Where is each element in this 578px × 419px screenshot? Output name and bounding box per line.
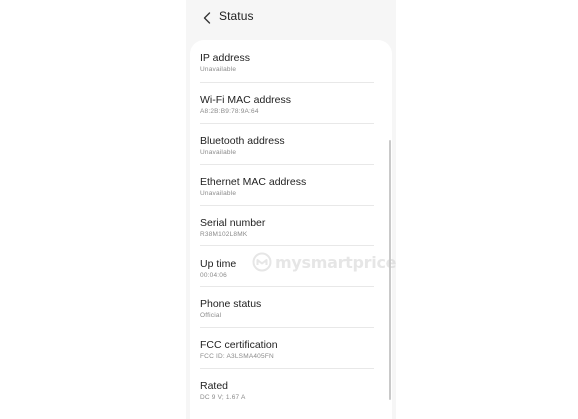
item-value: R38M102L8MK	[200, 231, 248, 238]
back-arrow-icon	[203, 12, 211, 24]
list-item-phone-status[interactable]: Phone status Official	[200, 286, 384, 327]
item-value: A8:2B:B9:78:9A:64	[200, 108, 259, 115]
list-item-wifi-mac[interactable]: Wi-Fi MAC address A8:2B:B9:78:9A:64	[200, 82, 384, 123]
item-title: Up time	[200, 258, 237, 270]
list-item-serial-number[interactable]: Serial number R38M102L8MK	[200, 205, 384, 246]
list-item-ethernet-mac[interactable]: Ethernet MAC address Unavailable	[200, 164, 384, 205]
page-title: Status	[219, 9, 254, 23]
list-item-bluetooth-address[interactable]: Bluetooth address Unavailable	[200, 123, 384, 164]
item-title: Rated	[200, 380, 229, 392]
item-value: FCC ID: A3LSMA405FN	[200, 353, 274, 360]
app-header: Status	[186, 0, 396, 36]
list-item-ip-address[interactable]: IP address Unavailable	[200, 40, 384, 81]
list-item-fcc-certification[interactable]: FCC certification FCC ID: A3LSMA405FN	[200, 327, 384, 368]
back-button[interactable]	[200, 10, 214, 26]
list-item-up-time[interactable]: Up time 00:04:06	[200, 246, 384, 287]
item-value: Official	[200, 312, 222, 319]
item-title: FCC certification	[200, 339, 278, 351]
item-title: Serial number	[200, 217, 266, 229]
item-value: 00:04:06	[200, 272, 227, 279]
item-value: Unavailable	[200, 66, 237, 73]
list-item-rated[interactable]: Rated DC 9 V; 1.67 A	[200, 368, 384, 409]
item-title: Bluetooth address	[200, 135, 285, 147]
item-value: Unavailable	[200, 190, 237, 197]
item-title: Ethernet MAC address	[200, 176, 307, 188]
status-list: IP address Unavailable Wi-Fi MAC address…	[190, 40, 392, 419]
item-title: Phone status	[200, 298, 262, 310]
phone-screen: Status IP address Unavailable Wi-Fi MAC …	[186, 0, 396, 419]
item-value: Unavailable	[200, 149, 237, 156]
scrollbar[interactable]	[389, 140, 391, 400]
item-title: Wi-Fi MAC address	[200, 94, 292, 106]
item-title: IP address	[200, 52, 251, 64]
item-value: DC 9 V; 1.67 A	[200, 394, 246, 401]
